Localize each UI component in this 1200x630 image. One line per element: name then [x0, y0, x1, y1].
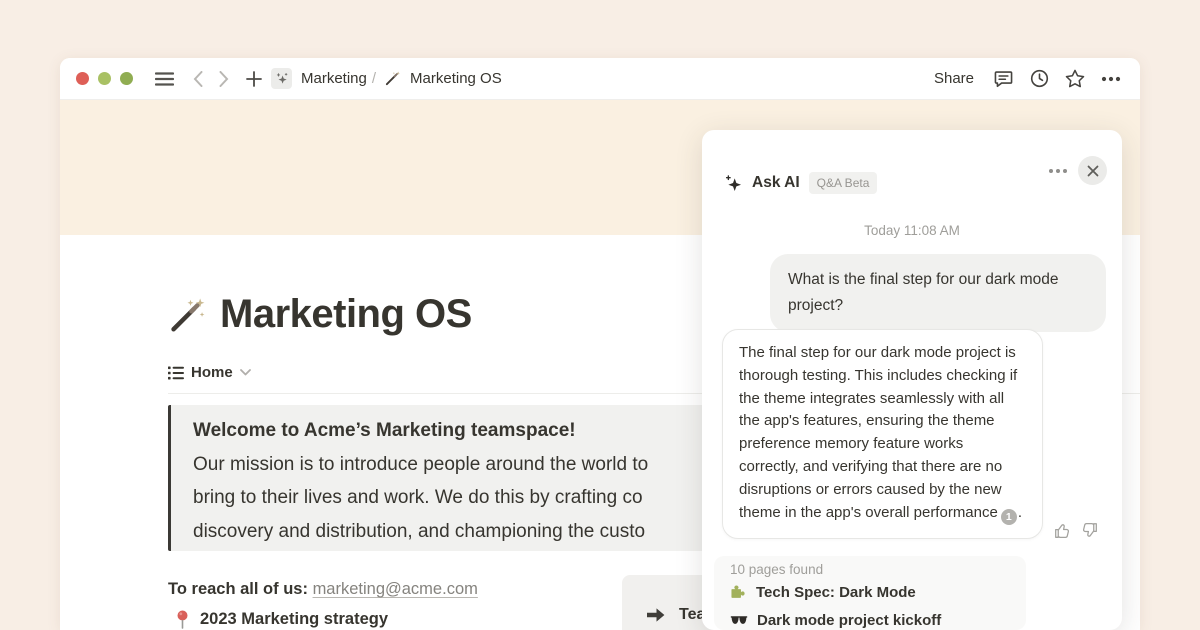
breadcrumb-teamspace[interactable]: Marketing: [301, 70, 367, 87]
pinned-page-link[interactable]: 2023 Marketing strategy: [175, 610, 388, 629]
chat-timestamp: Today 11:08 AM: [702, 223, 1122, 238]
page-title-wand-icon: [168, 296, 206, 334]
view-tab-home[interactable]: Home: [168, 364, 251, 381]
sunglasses-icon: [730, 616, 748, 626]
ai-answer-suffix: .: [1018, 504, 1022, 521]
chevron-down-icon: [240, 369, 251, 376]
list-view-icon: [168, 366, 184, 380]
breadcrumb-separator: /: [372, 70, 376, 87]
ai-sparkle-icon[interactable]: [271, 68, 292, 89]
puzzle-icon: [730, 584, 747, 601]
new-page-icon[interactable]: [241, 66, 267, 92]
sidebar-menu-icon[interactable]: [151, 66, 177, 92]
source-page-tech-spec[interactable]: Tech Spec: Dark Mode: [730, 584, 916, 601]
ask-ai-title: Ask AI: [752, 174, 800, 192]
pinned-page-label: 2023 Marketing strategy: [200, 610, 388, 629]
panel-close-icon[interactable]: [1078, 156, 1107, 185]
back-icon[interactable]: [185, 66, 211, 92]
contact-email-link[interactable]: marketing@acme.com: [313, 580, 478, 598]
thumbs-up-icon[interactable]: [1054, 522, 1071, 539]
more-options-icon[interactable]: [1098, 66, 1124, 92]
ai-answer-bubble: The final step for our dark mode project…: [722, 329, 1043, 539]
updates-clock-icon[interactable]: [1026, 66, 1052, 92]
page-title: Marketing OS: [220, 292, 472, 337]
magic-wand-icon: [384, 70, 401, 87]
source-page-kickoff[interactable]: Dark mode project kickoff: [730, 612, 941, 629]
panel-more-options-icon[interactable]: [1045, 163, 1071, 179]
user-question-bubble: What is the final step for our dark mode…: [770, 254, 1106, 332]
ai-answer-text: The final step for our dark mode project…: [739, 344, 1017, 521]
ask-ai-sparkle-icon: [724, 174, 743, 193]
window-controls: [76, 72, 133, 85]
close-window-button[interactable]: [76, 72, 89, 85]
pushpin-icon: [175, 610, 190, 629]
app-window: Marketing / Marketing OS Share: [60, 58, 1140, 630]
forward-icon[interactable]: [211, 66, 237, 92]
arrow-right-icon: [645, 606, 666, 624]
view-tab-label: Home: [191, 364, 233, 381]
comments-icon[interactable]: [990, 66, 1016, 92]
breadcrumb-page[interactable]: Marketing OS: [410, 70, 502, 87]
zoom-window-button[interactable]: [120, 72, 133, 85]
citation-badge[interactable]: 1: [1001, 509, 1017, 525]
qa-beta-badge: Q&A Beta: [809, 172, 878, 194]
minimize-window-button[interactable]: [98, 72, 111, 85]
favorite-star-icon[interactable]: [1062, 66, 1088, 92]
pages-found-label: 10 pages found: [730, 562, 823, 577]
top-bar: Marketing / Marketing OS Share: [60, 58, 1140, 100]
ask-ai-panel: Ask AI Q&A Beta Today 11:08 AM What is t…: [702, 130, 1122, 630]
contact-label: To reach all of us:: [168, 580, 308, 598]
share-button[interactable]: Share: [928, 67, 980, 90]
thumbs-down-icon[interactable]: [1081, 522, 1098, 539]
